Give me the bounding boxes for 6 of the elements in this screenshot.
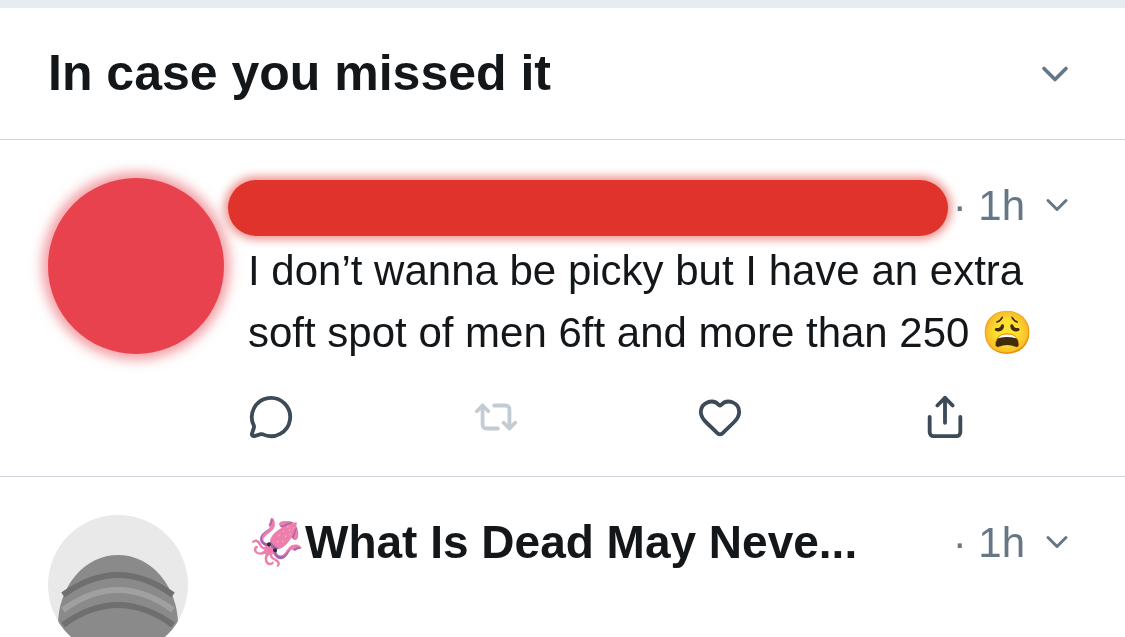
tweet-time: · 1h	[952, 180, 1025, 231]
user-name[interactable]: 🦑What Is Dead May Neve...	[248, 507, 939, 577]
tweet-time: · 1h	[952, 517, 1025, 568]
section-title: In case you missed it	[48, 44, 551, 103]
speech-bubble-icon[interactable]	[248, 394, 294, 440]
tweet-text: I don’t wanna be picky but I have an extra soft spot of men 6ft and more than 250 😩	[248, 246, 1035, 358]
